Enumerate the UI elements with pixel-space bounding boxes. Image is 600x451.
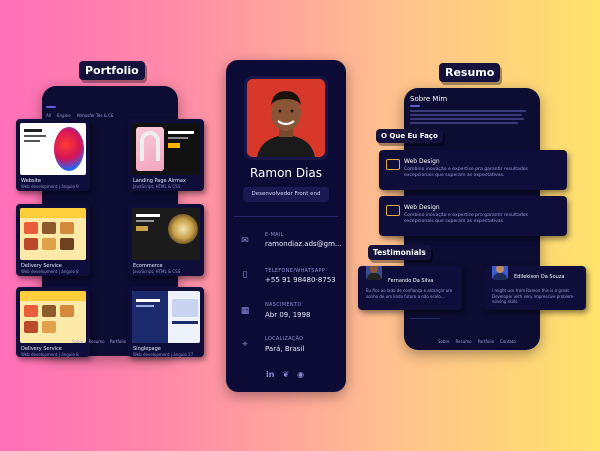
nav-portfolio[interactable]: Portfolio	[478, 339, 494, 344]
testimonial-card: Fernando Da Silva Eu fico ao lado de con…	[358, 266, 462, 310]
portfolio-item-subtitle: JavaScript, HTML & CSS	[133, 184, 181, 189]
nav-resumo[interactable]: Resumo	[89, 339, 105, 344]
role-badge: Desenvolvedor Front end	[243, 187, 329, 202]
website-thumbnail	[20, 123, 86, 175]
calendar-icon: ▦	[240, 306, 250, 316]
contact-label: NASCIMENTO	[265, 302, 302, 308]
testimonials-heading: Testimonials	[368, 245, 431, 260]
singlepage-thumbnail	[132, 291, 200, 343]
nav-portfolio[interactable]: Portfolio	[110, 339, 126, 344]
avatar	[492, 266, 508, 280]
profile-divider	[234, 216, 338, 217]
tab-atmosfer[interactable]: Atmosfer Tes & CE	[77, 113, 114, 118]
portfolio-card-delivery-1[interactable]: Delivery Service Web development | ângul…	[16, 204, 90, 276]
portfolio-item-subtitle: Web development | ângulo 8	[21, 269, 79, 274]
contact-label: TELEFONE/WHATSAPP	[265, 268, 326, 274]
portfolio-item-subtitle: Web development | ângulo 17	[133, 352, 194, 357]
service-card: Web Design Combino inovação e expertise …	[379, 150, 567, 190]
delivery-thumbnail	[20, 291, 86, 343]
design-icon	[386, 205, 400, 216]
linkedin-icon[interactable]: in	[266, 370, 274, 379]
service-card: Web Design Combino inovação e expertise …	[379, 196, 567, 236]
mail-icon: ✉	[241, 236, 249, 246]
social-links: in ❦ ◉	[266, 370, 304, 379]
contact-label: E-MAIL	[265, 232, 284, 238]
delivery-thumbnail	[20, 208, 86, 260]
portfolio-item-subtitle: Web development | ângulo 9	[21, 184, 79, 189]
nav-contato[interactable]: Contato	[500, 339, 516, 344]
contact-value: +55 91 98480-8753	[265, 276, 336, 284]
nav-sobre[interactable]: Sobre	[438, 339, 450, 344]
contact-value: ramondiaz.ads@gm...	[265, 240, 342, 248]
portfolio-filter-tabs: All Engine Atmosfer Tes & CE	[46, 113, 113, 118]
portfolio-card-singlepage[interactable]: Singlepage Web development | ângulo 17	[128, 287, 204, 357]
testimonial-text: I might use from Ramon this is a great. …	[492, 288, 575, 304]
portfolio-footer-nav: Sobre Resumo Portfolio	[72, 339, 126, 344]
testimonial-card: Edilekison Da Souza I might use from Ram…	[484, 266, 586, 310]
service-text: Combino inovação e expertise pra garanti…	[404, 167, 528, 178]
portfolio-item-subtitle: Web development | ângulo 8	[21, 352, 79, 357]
tab-all[interactable]: All	[46, 113, 51, 118]
tab-engine[interactable]: Engine	[57, 113, 71, 118]
about-title: Sobre Mim	[410, 95, 448, 103]
github-icon[interactable]: ◉	[297, 370, 304, 379]
nav-sobre[interactable]: Sobre	[72, 339, 84, 344]
contact-value: Abr 09, 1998	[265, 311, 311, 319]
airmax-thumbnail	[132, 123, 200, 175]
portfolio-card-ecommerce[interactable]: Ecommerce JavaScript, HTML & CSS	[128, 204, 204, 276]
portfolio-card-delivery-2[interactable]: Delivery Service Web development | ângul…	[16, 287, 90, 357]
portfolio-title-underline	[46, 106, 56, 108]
portfolio-card-website[interactable]: Website Web development | ângulo 9	[16, 119, 90, 191]
service-title: Web Design	[404, 158, 440, 165]
services-heading: O Que Eu Faço	[376, 129, 443, 143]
portfolio-heading: Portfolio	[79, 61, 145, 80]
phone-icon: ▯	[242, 270, 248, 280]
testimonial-text: Eu fico ao lado de confiança e alcançar …	[366, 288, 453, 299]
profile-name: Ramon Dias	[249, 166, 323, 180]
contact-value: Pará, Brasil	[265, 345, 305, 353]
about-title-underline	[410, 105, 420, 107]
ecommerce-thumbnail	[132, 208, 200, 260]
resumo-footer-divider	[410, 318, 440, 319]
portfolio-card-airmax[interactable]: Landing Page Airmax JavaScript, HTML & C…	[128, 119, 204, 191]
service-text: Combino inovação e expertise pra garanti…	[404, 213, 528, 224]
nav-resumo[interactable]: Resumo	[456, 339, 472, 344]
design-icon	[386, 159, 400, 170]
avatar	[244, 76, 328, 160]
resumo-footer-nav: Sobre Resumo Portfolio Contato	[438, 339, 516, 344]
testimonial-author: Edilekison Da Souza	[514, 274, 565, 280]
avatar	[366, 266, 382, 280]
twitter-icon[interactable]: ❦	[282, 370, 289, 379]
contact-label: LOCALIZAÇÃO	[265, 336, 304, 342]
location-icon: ⌖	[242, 340, 248, 350]
portfolio-item-subtitle: JavaScript, HTML & CSS	[133, 269, 181, 274]
resumo-heading: Resumo	[439, 63, 501, 82]
testimonial-author: Fernando Da Silva	[388, 278, 434, 284]
service-title: Web Design	[404, 204, 440, 211]
